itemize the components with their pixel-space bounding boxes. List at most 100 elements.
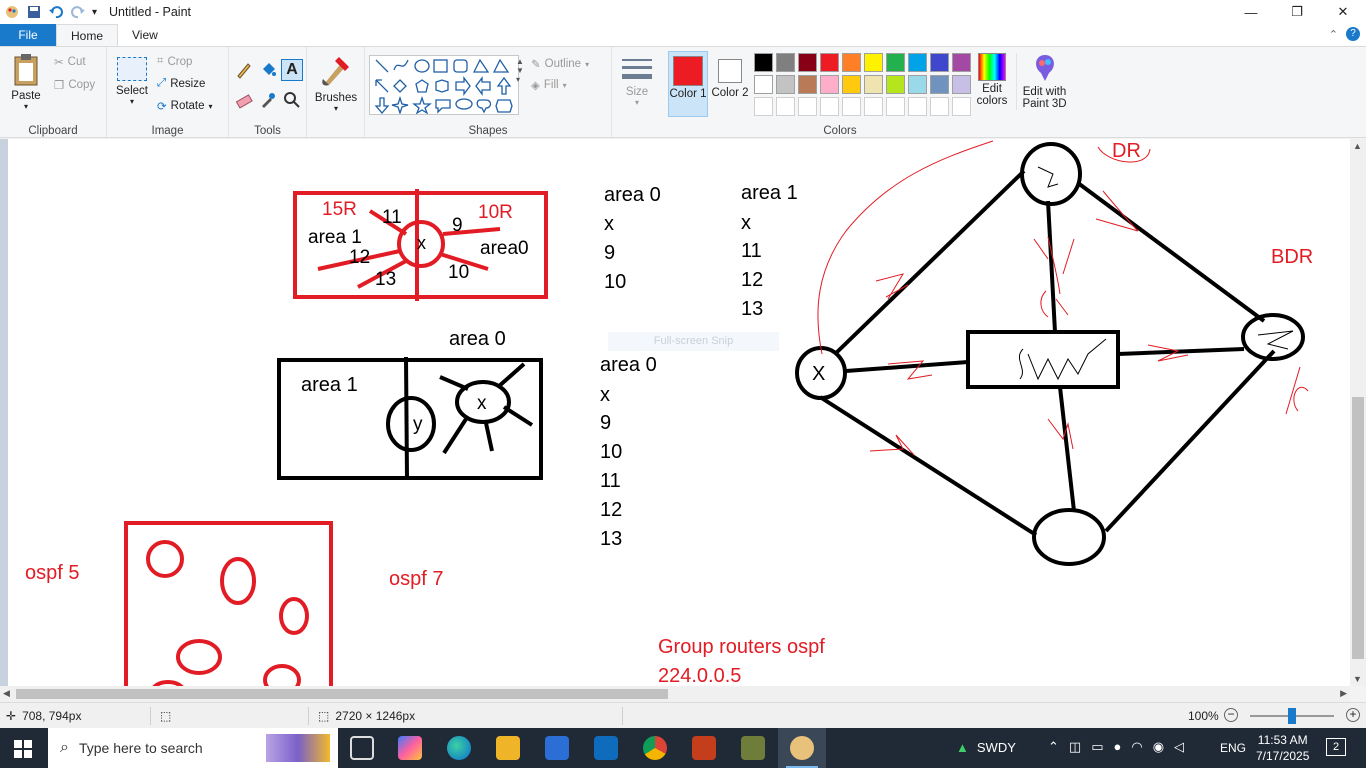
- scroll-right-icon[interactable]: ▶: [1340, 688, 1347, 699]
- help-icon[interactable]: ?: [1346, 27, 1360, 41]
- wifi-icon[interactable]: ◠: [1131, 739, 1142, 755]
- vertical-scrollbar[interactable]: ▲ ▼: [1350, 139, 1366, 686]
- outline-button[interactable]: ✎ Outline ▾: [531, 57, 589, 71]
- palette-swatch[interactable]: [842, 53, 861, 72]
- chrome-icon[interactable]: [643, 736, 667, 760]
- copy-button[interactable]: ❐ Copy: [54, 78, 95, 92]
- palette-swatch[interactable]: [930, 97, 949, 116]
- outlook-icon[interactable]: [594, 736, 618, 760]
- battery-icon[interactable]: ▭: [1091, 739, 1103, 755]
- palette-swatch[interactable]: [842, 97, 861, 116]
- undo-icon[interactable]: [48, 4, 64, 20]
- powerpoint-icon[interactable]: [692, 736, 716, 760]
- text-tool-icon[interactable]: A: [281, 59, 303, 81]
- crop-button[interactable]: ⌗ Crop: [157, 55, 192, 68]
- meet-icon[interactable]: ◫: [1069, 739, 1081, 755]
- windows-start-icon[interactable]: [14, 740, 32, 758]
- scroll-down-icon[interactable]: ▼: [1353, 674, 1362, 684]
- pencil-icon[interactable]: [235, 61, 253, 79]
- store-icon[interactable]: [545, 736, 569, 760]
- scroll-up-icon[interactable]: ▲: [1353, 141, 1362, 151]
- canvas-workspace[interactable]: 15R 10R 11 9 area 1 x area0 12 10 13 are…: [0, 139, 1350, 686]
- palette-swatch[interactable]: [798, 97, 817, 116]
- palette-swatch[interactable]: [908, 53, 927, 72]
- palette-swatch[interactable]: [864, 97, 883, 116]
- size-button[interactable]: Size ▾: [618, 57, 656, 107]
- scroll-left-icon[interactable]: ◀: [3, 688, 10, 699]
- shapes-scroll-icon[interactable]: ▲ ▼ ▾: [516, 57, 524, 84]
- copilot-icon[interactable]: [398, 736, 422, 760]
- palette-swatch[interactable]: [776, 53, 795, 72]
- fill-bucket-icon[interactable]: [259, 61, 277, 79]
- brushes-button[interactable]: Brushes ▾: [311, 53, 361, 113]
- collapse-ribbon-icon[interactable]: ⌃: [1329, 28, 1338, 41]
- horizontal-scroll-thumb[interactable]: [16, 689, 668, 699]
- edit-paint3d-button[interactable]: Edit with Paint 3D: [1016, 53, 1072, 110]
- language-indicator[interactable]: ENG: [1220, 741, 1246, 755]
- redo-icon[interactable]: [70, 4, 86, 20]
- zoom-in-button[interactable]: +: [1346, 708, 1360, 722]
- notification-button[interactable]: 2: [1326, 738, 1346, 756]
- camera-icon[interactable]: ◉: [1153, 739, 1164, 755]
- cut-button[interactable]: ✂ Cut: [54, 55, 86, 69]
- task-view-icon[interactable]: [350, 736, 374, 760]
- paint-taskbar-button[interactable]: [778, 728, 826, 768]
- edit-colors-button[interactable]: Edit colors: [974, 53, 1010, 107]
- palette-swatch[interactable]: [798, 75, 817, 94]
- magnifier-icon[interactable]: [283, 91, 301, 109]
- volume-icon[interactable]: ◁: [1174, 739, 1184, 755]
- snipping-tool-icon[interactable]: [741, 736, 765, 760]
- palette-swatch[interactable]: [820, 97, 839, 116]
- palette-swatch[interactable]: [842, 75, 861, 94]
- tray-stock-widget[interactable]: ▲ SWDY: [956, 740, 1016, 755]
- palette-swatch[interactable]: [776, 97, 795, 116]
- palette-swatch[interactable]: [754, 97, 773, 116]
- resize-button[interactable]: ⤢ Resize: [157, 77, 205, 90]
- palette-swatch[interactable]: [864, 53, 883, 72]
- palette-swatch[interactable]: [820, 75, 839, 94]
- drawing-canvas[interactable]: 15R 10R 11 9 area 1 x area0 12 10 13 are…: [8, 139, 1350, 686]
- save-icon[interactable]: [26, 4, 42, 20]
- zoom-slider[interactable]: [1250, 708, 1334, 724]
- palette-swatch[interactable]: [952, 97, 971, 116]
- chevron-up-icon[interactable]: ⌃: [1048, 739, 1059, 755]
- palette-swatch[interactable]: [908, 75, 927, 94]
- palette-swatch[interactable]: [886, 53, 905, 72]
- palette-swatch[interactable]: [820, 53, 839, 72]
- shapes-gallery[interactable]: [369, 55, 519, 115]
- palette-swatch[interactable]: [952, 53, 971, 72]
- fill-button[interactable]: ◈ Fill ▾: [531, 78, 567, 92]
- rotate-button[interactable]: ⟳ Rotate ▾: [157, 99, 213, 113]
- tab-home[interactable]: Home: [56, 24, 119, 46]
- palette-swatch[interactable]: [886, 75, 905, 94]
- palette-swatch[interactable]: [776, 75, 795, 94]
- palette-swatch[interactable]: [886, 97, 905, 116]
- customize-qa-icon[interactable]: ▾: [92, 7, 97, 18]
- zoom-out-button[interactable]: −: [1224, 708, 1238, 722]
- palette-swatch[interactable]: [908, 97, 927, 116]
- color1-button[interactable]: Color 1: [668, 51, 708, 117]
- palette-swatch[interactable]: [930, 53, 949, 72]
- select-button[interactable]: Select ▾: [113, 57, 151, 106]
- palette-swatch[interactable]: [754, 75, 773, 94]
- horizontal-scrollbar[interactable]: ◀ ▶: [0, 686, 1350, 702]
- taskbar-search-box[interactable]: ⌕ Type here to search: [48, 728, 338, 768]
- palette-swatch[interactable]: [864, 75, 883, 94]
- tab-file[interactable]: File: [0, 24, 56, 46]
- close-button[interactable]: ✕: [1320, 0, 1366, 24]
- color2-button[interactable]: Color 2: [710, 51, 750, 117]
- palette-swatch[interactable]: [952, 75, 971, 94]
- palette-swatch[interactable]: [930, 75, 949, 94]
- paste-button[interactable]: Paste ▾: [6, 53, 46, 111]
- palette-swatch[interactable]: [798, 53, 817, 72]
- palette-swatch[interactable]: [754, 53, 773, 72]
- color-picker-icon[interactable]: [259, 91, 277, 109]
- minimize-button[interactable]: —: [1228, 0, 1274, 24]
- clock[interactable]: 11:53 AM 7/17/2025: [1256, 732, 1309, 764]
- eraser-icon[interactable]: [235, 91, 253, 109]
- restore-button[interactable]: ❐: [1274, 0, 1320, 24]
- file-explorer-icon[interactable]: [496, 736, 520, 760]
- edge-icon[interactable]: [447, 736, 471, 760]
- microphone-icon[interactable]: ●: [1114, 739, 1122, 755]
- zoom-slider-thumb[interactable]: [1288, 708, 1296, 724]
